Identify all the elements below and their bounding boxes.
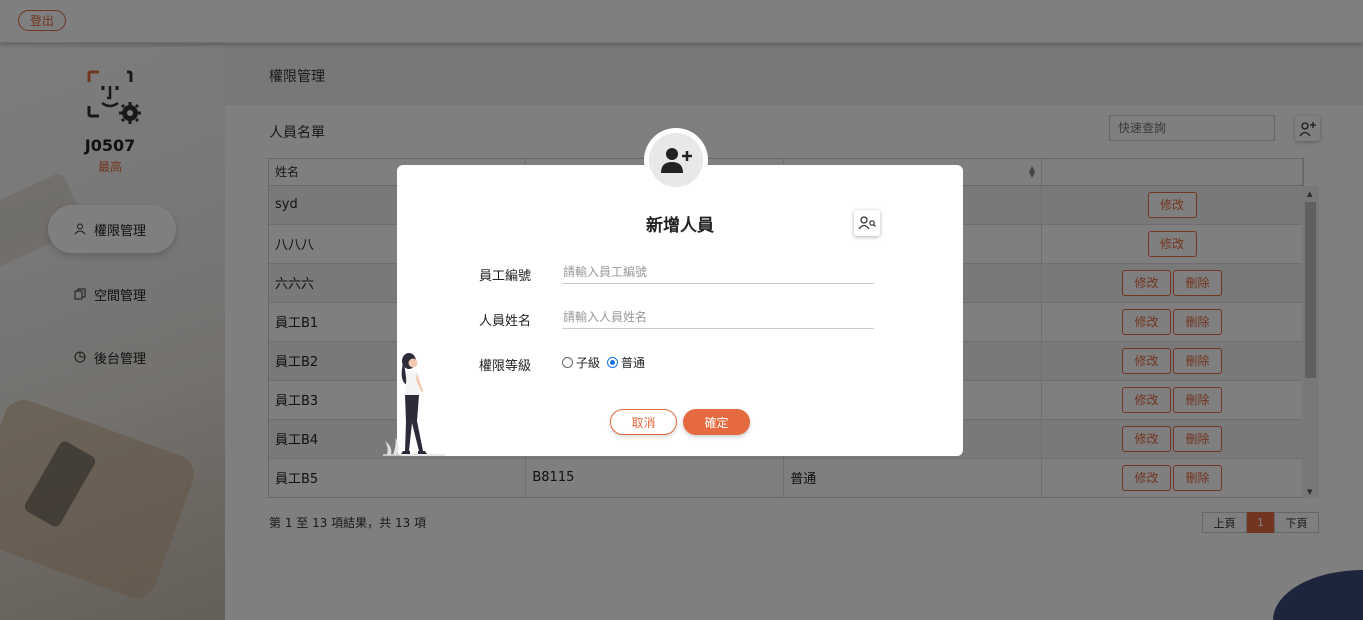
level-label: 權限等級	[479, 359, 532, 374]
employee-id-label: 員工編號	[479, 269, 532, 284]
level-radio-sub[interactable]	[562, 357, 573, 368]
add-staff-dialog: 新增人員 員工編號 人員姓名 權限等級 子級 普通 取消 確定	[383, 128, 963, 456]
level-radio-group: 子級 普通	[562, 354, 645, 371]
confirm-button[interactable]: 確定	[683, 409, 750, 435]
user-search-button[interactable]	[854, 210, 880, 236]
employee-id-field[interactable]	[562, 260, 874, 284]
user-search-icon	[858, 216, 876, 230]
employee-name-label: 人員姓名	[479, 314, 532, 329]
dialog-avatar	[644, 128, 708, 192]
user-plus-icon	[661, 148, 692, 173]
woman-illustration	[383, 353, 445, 456]
employee-name-field[interactable]	[562, 305, 874, 329]
cancel-button[interactable]: 取消	[610, 409, 677, 435]
level-option-label: 普通	[621, 356, 646, 370]
level-radio-normal[interactable]	[607, 357, 619, 368]
level-option-label: 子級	[576, 356, 601, 370]
